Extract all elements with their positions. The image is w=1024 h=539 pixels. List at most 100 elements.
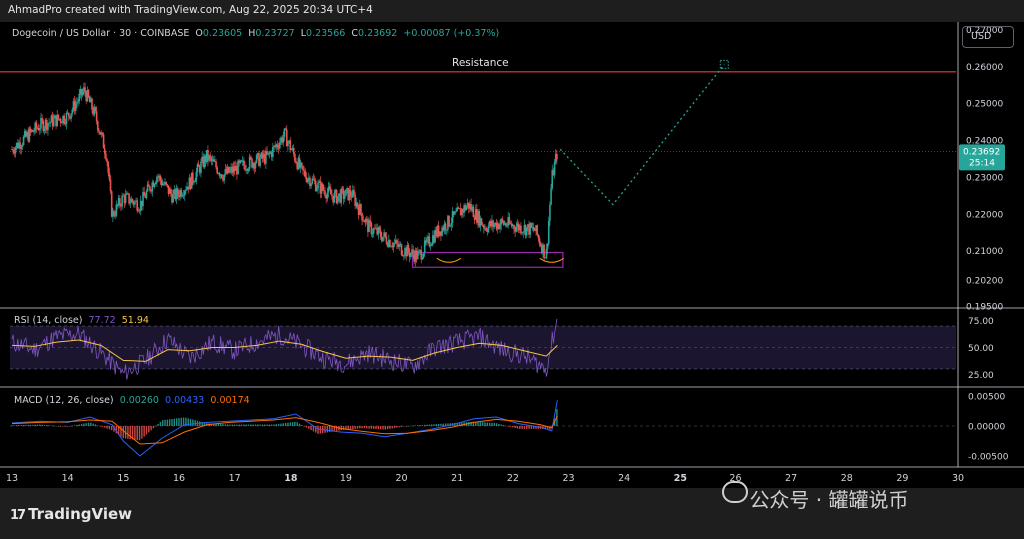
- price-candle-body: [487, 225, 490, 232]
- chart-canvas[interactable]: 0.270000.260000.250000.240000.230000.220…: [0, 0, 1024, 539]
- macd-tick-label: 0.00500: [968, 393, 1005, 403]
- double-bottom-arc: [539, 257, 565, 263]
- price-candle-body: [91, 98, 93, 110]
- price-tick-label: 0.19500: [966, 303, 1003, 313]
- price-candle-body: [215, 161, 217, 168]
- price-candle-body: [136, 200, 139, 211]
- macd-histogram-bar: [53, 425, 55, 427]
- macd-histogram-bar: [111, 426, 113, 431]
- price-tick-label: 0.22000: [966, 210, 1003, 220]
- time-tick-label: 22: [507, 473, 519, 484]
- currency-button[interactable]: USD: [962, 26, 1014, 48]
- price-candle-body: [259, 158, 261, 166]
- macd-histogram-bar: [101, 426, 104, 427]
- projection-path: [559, 64, 725, 206]
- time-tick-label: 13: [6, 473, 18, 484]
- macd-histogram-bar: [298, 423, 301, 426]
- macd-histogram-bar: [426, 424, 428, 426]
- macd-histogram-bar: [78, 424, 80, 426]
- price-candle-body: [255, 154, 258, 163]
- price-candle-body: [340, 188, 343, 203]
- macd-histogram-bar: [150, 426, 152, 431]
- macd-histogram-bar: [46, 425, 48, 426]
- macd-histogram-bar: [488, 422, 491, 426]
- price-candle-body: [115, 204, 118, 216]
- high-value: 0.23727: [255, 28, 295, 39]
- macd-histogram-bar: [389, 426, 391, 429]
- price-candle-body: [294, 153, 296, 161]
- macd-histogram-bar: [400, 426, 403, 427]
- macd-histogram-bar: [509, 426, 512, 427]
- price-candle-body: [87, 89, 90, 98]
- price-candle-body: [513, 225, 515, 229]
- macd-histogram-bar: [224, 424, 227, 426]
- macd-histogram-bar: [368, 426, 370, 429]
- price-candle-body: [421, 257, 424, 260]
- time-tick-label: 28: [841, 473, 853, 484]
- macd-tick-label: -0.00500: [968, 453, 1009, 463]
- macd-histogram-bar: [66, 426, 69, 427]
- macd-histogram-bar: [421, 425, 424, 426]
- macd-histogram-bar: [222, 424, 224, 426]
- macd-histogram-bar: [148, 426, 150, 433]
- price-candle-body: [149, 186, 151, 191]
- symbol-title[interactable]: Dogecoin / US Dollar · 30 · COINBASE: [12, 28, 189, 39]
- price-tick-label: 0.23000: [966, 173, 1003, 183]
- macd-histogram-bar: [479, 422, 482, 426]
- macd-histogram-bar: [363, 426, 366, 429]
- macd-histogram-bar: [410, 425, 412, 427]
- rsi-tick-label: 50.00: [968, 344, 994, 354]
- rsi-label[interactable]: RSI (14, close): [14, 315, 82, 326]
- macd-histogram-bar: [122, 426, 124, 439]
- price-candle-body: [39, 128, 41, 131]
- macd-histogram-bar: [428, 424, 431, 426]
- price-candle-body: [96, 121, 99, 131]
- macd-histogram-bar: [32, 424, 34, 426]
- price-candle-body: [304, 171, 307, 178]
- macd-histogram-bar: [29, 424, 32, 426]
- macd-histogram-bar: [433, 424, 435, 426]
- price-candle-body: [33, 131, 35, 133]
- price-candle-body: [393, 242, 396, 244]
- double-bottom-arc: [436, 257, 462, 263]
- macd-histogram-bar: [405, 426, 407, 427]
- price-candle-body: [465, 206, 468, 211]
- macd-histogram-bar: [39, 424, 41, 426]
- macd-histogram-bar: [437, 423, 440, 426]
- price-candle-body: [276, 144, 279, 148]
- price-candle-body: [389, 240, 391, 247]
- rsi-tick-label: 75.00: [968, 317, 994, 327]
- macd-histogram-bar: [261, 424, 264, 426]
- macd-histogram-bar: [280, 423, 282, 426]
- macd-histogram-bar: [99, 426, 101, 427]
- macd-label[interactable]: MACD (12, 26, close): [14, 395, 114, 406]
- tradingview-logo[interactable]: 17 TradingView: [10, 505, 132, 523]
- macd-histogram-bar: [287, 422, 289, 426]
- price-candle-body: [545, 248, 548, 258]
- macd-histogram-bar: [379, 426, 382, 430]
- price-candle-body: [537, 234, 540, 239]
- price-candle-body: [321, 183, 324, 190]
- time-tick-label: 15: [117, 473, 129, 484]
- price-candle-body: [290, 149, 293, 151]
- price-candle-body: [416, 251, 419, 260]
- support-zone-box: [412, 251, 564, 268]
- rsi-legend: RSI (14, close) 77.72 51.94: [14, 315, 149, 326]
- price-tick-label: 0.25000: [966, 100, 1003, 110]
- macd-histogram-bar: [270, 424, 273, 426]
- time-tick-label: 25: [674, 473, 687, 484]
- macd-histogram-bar: [361, 426, 363, 429]
- price-candle-body: [385, 236, 388, 244]
- time-tick-label: 24: [618, 473, 630, 484]
- price-candle-body: [553, 162, 556, 176]
- macd-histogram-bar: [48, 425, 50, 426]
- macd-histogram-bar: [64, 426, 67, 427]
- price-candle-body: [172, 193, 174, 203]
- macd-histogram-bar: [245, 424, 247, 426]
- price-candle-body: [119, 198, 121, 206]
- macd-histogram-bar: [377, 426, 380, 430]
- price-candle-body: [74, 103, 77, 111]
- price-candle-body: [341, 188, 344, 190]
- macd-histogram-bar: [268, 424, 271, 426]
- macd-histogram-bar: [194, 420, 196, 426]
